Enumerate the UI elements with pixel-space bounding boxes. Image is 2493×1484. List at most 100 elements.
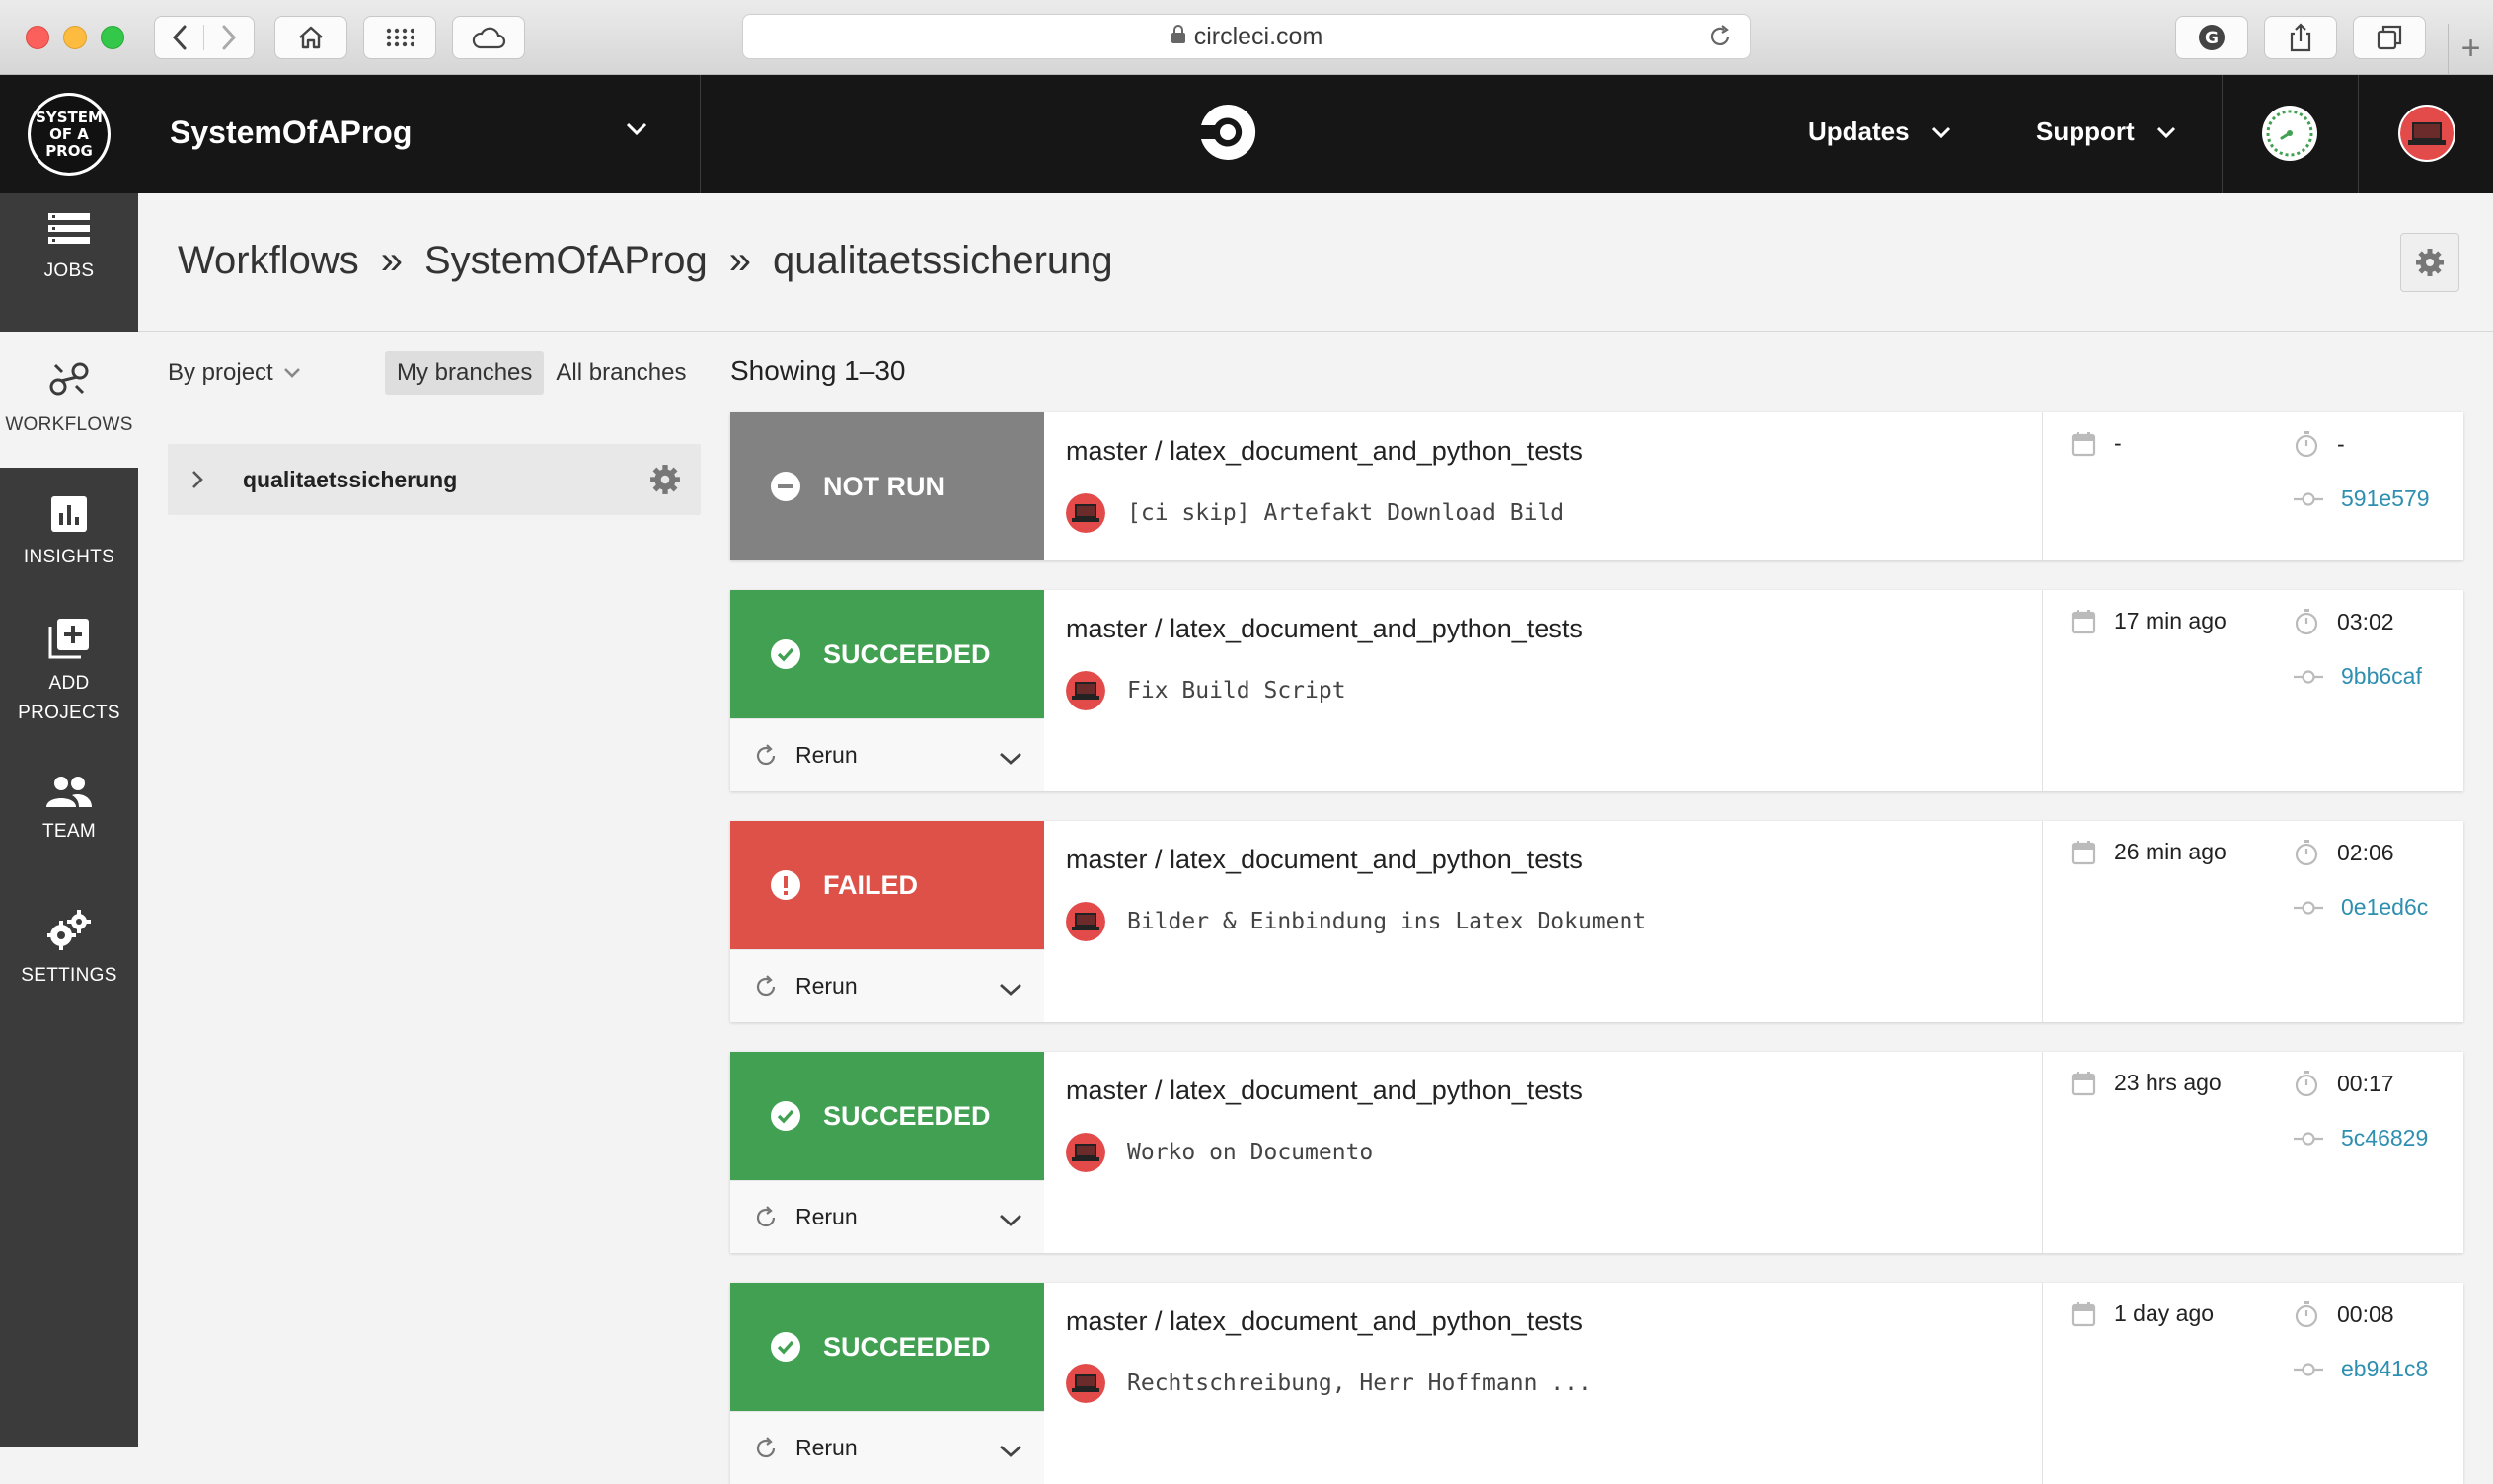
rerun-button[interactable]: Rerun: [730, 1411, 1044, 1484]
rerun-label: Rerun: [795, 973, 858, 999]
status-badge[interactable]: NOT RUN: [730, 412, 1044, 560]
workflow-title[interactable]: master / latex_document_and_python_tests: [1066, 614, 1583, 644]
chevron-down-icon[interactable]: [999, 976, 1022, 1002]
share-icon: [2290, 23, 2311, 52]
org-name: SystemOfAProg: [170, 114, 413, 150]
icloud-button[interactable]: [452, 16, 525, 59]
workflow-duration: -: [2337, 430, 2345, 457]
commit-hash-link[interactable]: eb941c8: [2341, 1356, 2428, 1382]
tab-all-branches[interactable]: All branches: [544, 351, 698, 395]
zoom-window-button[interactable]: [101, 26, 124, 49]
sidebar-item-label: INSIGHTS: [23, 547, 115, 567]
commit-hash-info: 591e579: [2294, 485, 2430, 512]
sidebar-item-add-projects[interactable]: ADD PROJECTS: [0, 618, 138, 728]
workflow-row[interactable]: SUCCEEDED Rerun master / latex_document_…: [730, 590, 2463, 791]
tabs-overview-button[interactable]: [2353, 16, 2426, 59]
rerun-button[interactable]: Rerun: [730, 718, 1044, 791]
chevron-down-icon[interactable]: [999, 1438, 1022, 1464]
status-badge[interactable]: SUCCEEDED: [730, 590, 1044, 718]
rerun-button[interactable]: Rerun: [730, 1180, 1044, 1253]
minimize-window-button[interactable]: [63, 26, 87, 49]
date-info: 17 min ago: [2071, 608, 2227, 634]
app-header: SYSTEM OF A PROG SystemOfAProg Updates S…: [0, 75, 2493, 193]
rerun-button[interactable]: Rerun: [730, 949, 1044, 1022]
workflow-title[interactable]: master / latex_document_and_python_tests: [1066, 1076, 1583, 1106]
sidebar-item-settings[interactable]: SETTINGS: [0, 910, 138, 991]
lock-icon: [1171, 23, 1186, 51]
home-button[interactable]: [274, 16, 347, 59]
back-icon[interactable]: [155, 25, 204, 50]
breadcrumb-workflows[interactable]: Workflows: [178, 239, 359, 283]
stopwatch-icon: [2294, 839, 2319, 866]
workflow-row[interactable]: NOT RUN master / latex_document_and_pyth…: [730, 412, 2463, 560]
sidebar-item-workflows[interactable]: WORKFLOWS: [0, 332, 138, 468]
avatar: [1066, 671, 1105, 710]
avatar: [1066, 1133, 1105, 1172]
home-icon: [299, 26, 323, 49]
sidebar-item-insights[interactable]: INSIGHTS: [0, 495, 138, 572]
grammarly-button[interactable]: G: [2175, 16, 2248, 59]
breadcrumb-org[interactable]: SystemOfAProg: [424, 239, 708, 283]
by-project-dropdown[interactable]: By project: [168, 359, 301, 387]
workflow-title[interactable]: master / latex_document_and_python_tests: [1066, 1306, 1583, 1337]
gear-icon[interactable]: [649, 464, 681, 500]
grid-button[interactable]: [363, 16, 436, 59]
project-settings-button[interactable]: [2400, 233, 2459, 292]
chevron-down-icon[interactable]: [999, 1207, 1022, 1233]
commit-info: [ci skip] Artefakt Download Bild: [1066, 493, 1564, 533]
breadcrumb-separator: »: [728, 239, 751, 282]
sidebar-item-label: SETTINGS: [21, 965, 117, 986]
forward-icon[interactable]: [204, 25, 254, 50]
sidebar-item-jobs[interactable]: JOBS: [0, 211, 138, 330]
circleci-logo-icon[interactable]: [1198, 103, 1257, 167]
updates-menu[interactable]: Updates: [1808, 116, 1951, 147]
workflow-row[interactable]: SUCCEEDED Rerun master / latex_document_…: [730, 1283, 2463, 1484]
status-badge[interactable]: SUCCEEDED: [730, 1283, 1044, 1411]
workflow-row[interactable]: SUCCEEDED Rerun master / latex_document_…: [730, 1052, 2463, 1253]
workflow-title[interactable]: master / latex_document_and_python_tests: [1066, 436, 1583, 467]
support-menu[interactable]: Support: [2036, 116, 2176, 147]
commit-message: Bilder & Einbindung ins Latex Dokument: [1127, 909, 1647, 934]
address-bar[interactable]: circleci.com: [742, 14, 1751, 59]
workflow-meta: 26 min ago 02:06 0e1ed6c: [2043, 821, 2463, 1022]
user-avatar[interactable]: [2398, 105, 2455, 162]
filter-panel: By project My branches All branches qual…: [138, 332, 701, 1447]
status-gauge-icon[interactable]: [2262, 106, 2317, 161]
workflow-title[interactable]: master / latex_document_and_python_tests: [1066, 845, 1583, 875]
rerun-label: Rerun: [795, 742, 858, 768]
new-tab-button[interactable]: +: [2448, 24, 2493, 75]
share-button[interactable]: [2264, 16, 2337, 59]
header-divider: [2222, 75, 2223, 193]
tab-my-branches[interactable]: My branches: [385, 351, 545, 395]
avatar: [1066, 1364, 1105, 1403]
insights-icon: [0, 495, 138, 533]
workflow-date: 26 min ago: [2114, 839, 2227, 864]
sidebar-item-label: WORKFLOWS: [5, 414, 133, 435]
sidebar-item-team[interactable]: TEAM: [0, 776, 138, 847]
status-badge[interactable]: FAILED: [730, 821, 1044, 949]
commit-hash-link[interactable]: 9bb6caf: [2341, 663, 2422, 690]
calendar-icon: [2071, 609, 2096, 634]
status-badge[interactable]: SUCCEEDED: [730, 1052, 1044, 1180]
status-label: NOT RUN: [823, 471, 944, 501]
add-projects-icon: [0, 618, 138, 659]
chevron-down-icon[interactable]: [999, 745, 1022, 772]
workflow-row[interactable]: FAILED Rerun master / latex_document_and…: [730, 821, 2463, 1022]
project-list-item[interactable]: qualitaetssicherung: [168, 444, 701, 515]
reload-icon[interactable]: [1708, 25, 1732, 55]
chevron-right-icon[interactable]: [191, 470, 203, 494]
grid-icon: [386, 28, 414, 47]
close-window-button[interactable]: [26, 26, 49, 49]
date-info: 26 min ago: [2071, 839, 2227, 865]
refresh-icon: [754, 743, 778, 768]
org-switcher[interactable]: SYSTEM OF A PROG SystemOfAProg: [0, 75, 701, 193]
commit-hash-link[interactable]: 0e1ed6c: [2341, 894, 2428, 921]
org-logo-text: SYSTEM OF A PROG: [31, 96, 108, 173]
calendar-icon: [2071, 1301, 2096, 1327]
commit-hash-link[interactable]: 591e579: [2341, 485, 2430, 512]
commit-hash-info: 5c46829: [2294, 1125, 2428, 1151]
commit-hash-link[interactable]: 5c46829: [2341, 1125, 2428, 1151]
workflow-duration: 00:08: [2337, 1300, 2394, 1327]
not-run-icon: [770, 471, 801, 502]
workflow-date: -: [2114, 430, 2122, 456]
